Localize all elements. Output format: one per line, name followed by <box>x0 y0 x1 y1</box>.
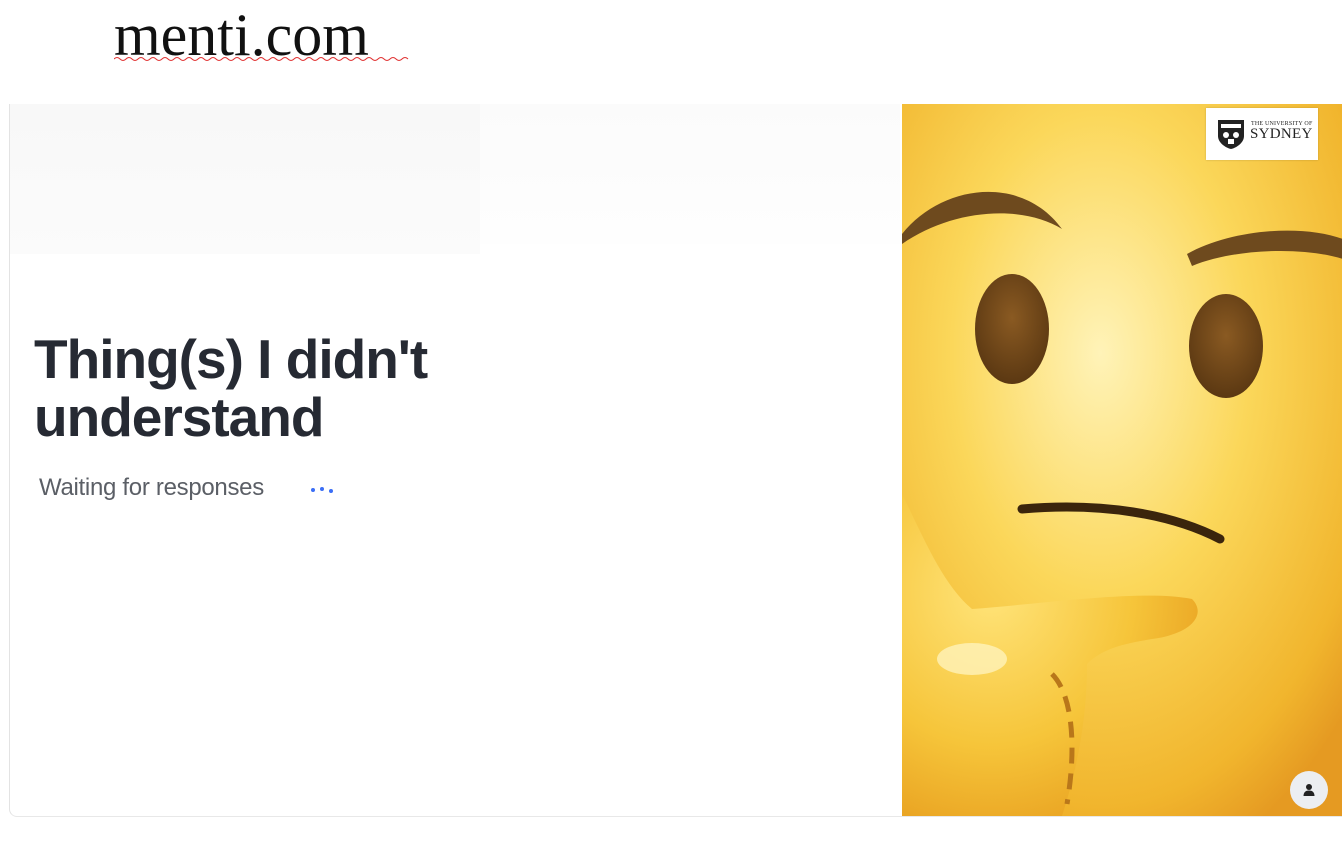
university-logo: THE UNIVERSITY OF SYDNEY <box>1206 108 1318 160</box>
person-icon <box>1303 784 1315 796</box>
participants-button[interactable] <box>1290 771 1328 809</box>
university-crest-icon <box>1218 120 1244 149</box>
question-title: Thing(s) I didn't understand <box>34 328 428 448</box>
thinking-face-emoji-icon <box>902 104 1342 816</box>
presentation-slide: Thing(s) I didn't understand Waiting for… <box>9 104 1342 817</box>
spellcheck-underline <box>114 57 409 61</box>
thinking-face-image <box>902 104 1342 816</box>
ellipsis-dots-icon <box>311 487 333 493</box>
logo-big-text: SYDNEY <box>1250 126 1313 142</box>
waiting-status-text: Waiting for responses <box>39 474 264 501</box>
document-url-text: menti.com <box>114 0 409 70</box>
